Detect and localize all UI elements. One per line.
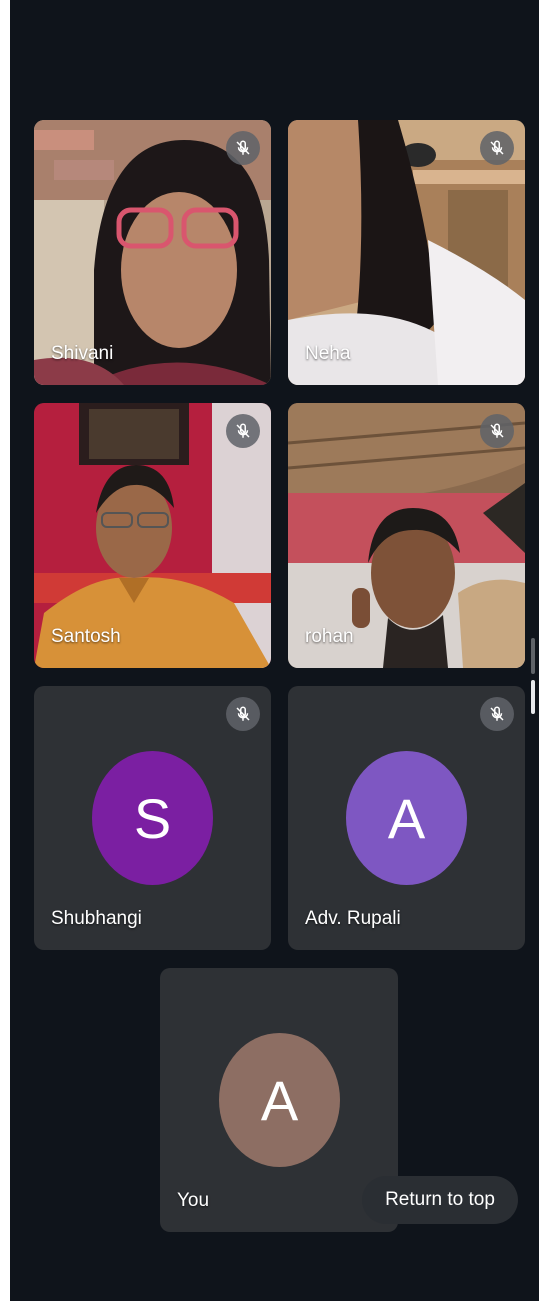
scrollbar-thumb[interactable] bbox=[531, 680, 535, 714]
avatar-initial: S bbox=[133, 786, 172, 850]
participant-tile-adv-rupali[interactable]: A Adv. Rupali bbox=[288, 686, 525, 950]
avatar-initial: A bbox=[260, 1068, 299, 1132]
participant-name: Shivani bbox=[51, 343, 114, 364]
participant-name: Neha bbox=[305, 343, 351, 364]
mic-off-icon bbox=[226, 697, 260, 731]
mic-off-icon bbox=[480, 697, 514, 731]
mic-off-icon bbox=[226, 131, 260, 165]
participant-tile-neha[interactable]: Neha bbox=[288, 120, 525, 385]
participant-name: Shubhangi bbox=[51, 908, 142, 929]
self-name: You bbox=[177, 1190, 210, 1211]
avatar: S bbox=[92, 751, 213, 885]
scrollbar-track[interactable] bbox=[531, 638, 535, 674]
avatar-initial: A bbox=[387, 786, 426, 850]
participant-name: Adv. Rupali bbox=[305, 908, 401, 929]
participant-tile-shivani[interactable]: Shivani bbox=[34, 120, 271, 385]
participant-name: Santosh bbox=[51, 626, 121, 647]
avatar: A bbox=[219, 1033, 340, 1167]
return-to-top-button[interactable]: Return to top bbox=[362, 1176, 518, 1224]
avatar: A bbox=[346, 751, 467, 885]
mic-off-icon bbox=[480, 131, 514, 165]
meeting-screen: Shivani Neha Santosh rohan S Shubhangi A… bbox=[10, 0, 539, 1301]
participant-tile-rohan[interactable]: rohan bbox=[288, 403, 525, 668]
mic-off-icon bbox=[226, 414, 260, 448]
mic-off-icon bbox=[480, 414, 514, 448]
participant-tile-shubhangi[interactable]: S Shubhangi bbox=[34, 686, 271, 950]
participant-tile-santosh[interactable]: Santosh bbox=[34, 403, 271, 668]
participant-name: rohan bbox=[305, 626, 354, 647]
